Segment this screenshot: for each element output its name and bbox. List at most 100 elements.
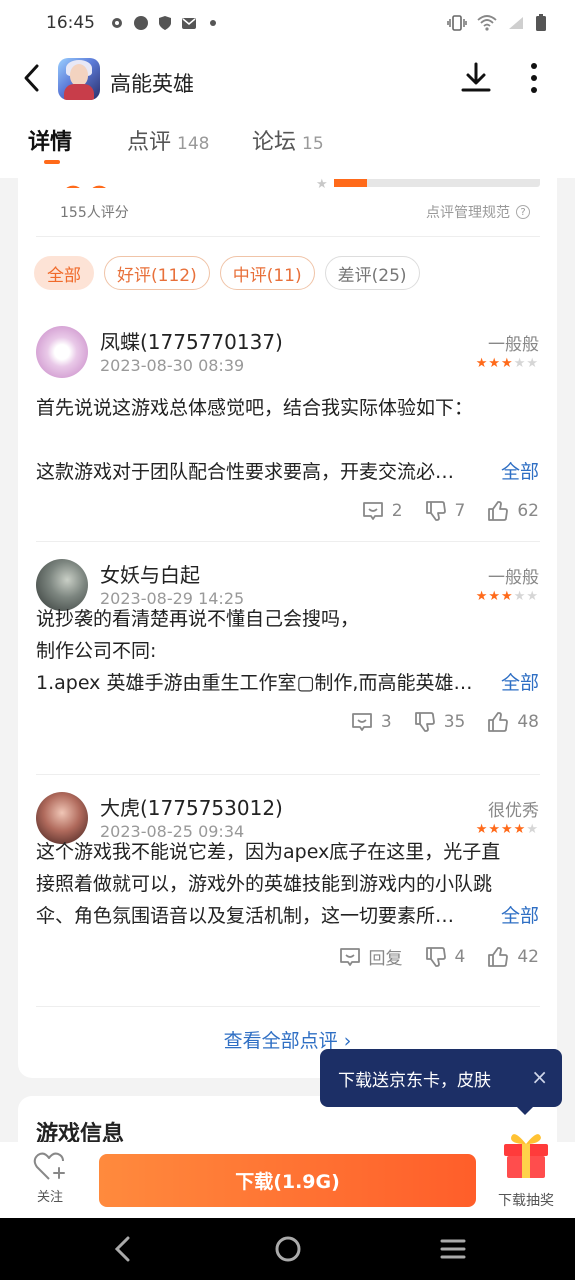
tab-forum[interactable]: 论坛 15 [252, 124, 324, 156]
compass-icon [134, 16, 148, 30]
dislike-button[interactable]: 7 [425, 500, 466, 522]
nav-home-icon[interactable] [274, 1234, 302, 1264]
chevron-left-icon [24, 64, 39, 92]
star-rating: ★★★★★ [475, 589, 539, 604]
promo-tooltip-text: 下载送京东卡，皮肤 [338, 1070, 491, 1091]
divider [36, 541, 540, 542]
like-count: 48 [517, 712, 539, 732]
comment-icon [339, 947, 360, 966]
star-icon: ★ [316, 177, 328, 192]
avatar[interactable] [36, 326, 88, 378]
raters-count: 155人评分 [60, 205, 129, 221]
dot-icon [210, 20, 216, 26]
back-button[interactable] [14, 60, 50, 96]
divider [36, 236, 540, 237]
review-text-line: 接照着做就可以，游戏外的英雄技能到游戏内的小队跳 [36, 873, 493, 895]
expand-review-link[interactable]: 全部 [501, 456, 539, 488]
review-text-line: 1.apex 英雄手游由重生工作室▢制作,而高能英雄… [36, 667, 540, 699]
tab-reviews-count: 148 [177, 134, 210, 154]
nav-recents-icon[interactable] [440, 1234, 466, 1264]
download-icon[interactable] [458, 60, 494, 96]
battery-icon [536, 14, 546, 31]
download-lottery-button[interactable]: 下载抽奖 [494, 1126, 558, 1210]
divider [36, 1006, 540, 1007]
review-rules-label: 点评管理规范 [426, 205, 510, 221]
review-verdict: 很优秀 [488, 801, 539, 821]
close-icon[interactable]: × [531, 1065, 548, 1089]
filter-neutral[interactable]: 中评(11) [219, 256, 315, 290]
tab-reviews-label: 点评 [127, 130, 172, 155]
nav-back-icon[interactable] [112, 1234, 132, 1264]
tab-reviews[interactable]: 点评 148 [127, 124, 209, 156]
review-item[interactable]: 女妖与白起 2023-08-29 14:25 一般般 ★★★★★ 说抄袭的看清楚… [18, 559, 557, 771]
review-actions: 3 35 48 [351, 711, 539, 733]
thumbs-up-icon [488, 501, 509, 521]
comment-count: 3 [380, 712, 392, 732]
promo-tooltip: 下载送京东卡，皮肤 × [320, 1049, 562, 1115]
like-button[interactable]: 42 [487, 946, 539, 968]
bottom-action-bar: 关注 下载(1.9G) 下载抽奖 [0, 1134, 575, 1218]
filter-positive[interactable]: 好评(112) [104, 256, 210, 290]
dislike-button[interactable]: 35 [414, 711, 465, 733]
filter-all[interactable]: 全部 [34, 256, 94, 290]
app-title: 高能英雄 [110, 72, 194, 96]
review-item[interactable]: 大虎(1775753012) 2023-08-25 09:34 很优秀 ★★★★… [18, 792, 557, 1004]
gift-icon [504, 1134, 548, 1178]
mail-icon [182, 18, 196, 29]
signal-icon [509, 17, 523, 29]
tooltip-arrow [516, 1106, 534, 1115]
review-text-line: 制作公司不同: [36, 640, 157, 662]
reviewer-name[interactable]: 大虎(1775753012) [100, 792, 283, 821]
filter-negative[interactable]: 差评(25) [324, 256, 420, 290]
review-filters: 全部 好评(112) 中评(11) 差评(25) [34, 256, 420, 290]
comment-button[interactable]: 3 [351, 711, 392, 733]
comment-button[interactable]: 2 [362, 500, 403, 522]
rating-bar-fill [334, 179, 367, 187]
wifi-icon [477, 15, 497, 31]
like-button[interactable]: 62 [487, 500, 539, 522]
tab-active-indicator [44, 160, 60, 164]
score-fragment: ●● [60, 178, 112, 188]
thumbs-down-icon [414, 712, 435, 732]
review-text-clipped: 伞、角色氛围语音以及复活机制，这一切要素所… [36, 905, 455, 927]
review-text-line: 这个游戏我不能说它差，因为apex底子在这里，光子直 [36, 841, 501, 863]
status-bar: 16:45 [0, 0, 575, 46]
review-text-line: 说抄袭的看清楚再说不懂自己会搜吗， [36, 608, 360, 630]
review-verdict: 一般般 [488, 568, 539, 588]
reply-button[interactable]: 回复 [339, 944, 403, 969]
status-time: 16:45 [46, 13, 95, 33]
thumbs-up-icon [488, 946, 509, 967]
reviews-card: ●● ★ 155人评分 点评管理规范 ? 全部 好评(112) 中评(11) 差… [18, 177, 557, 1078]
vibrate-icon [447, 15, 467, 31]
dislike-count: 4 [454, 946, 466, 967]
dislike-count: 7 [454, 501, 466, 521]
like-count: 42 [517, 946, 539, 967]
like-count: 62 [517, 501, 539, 521]
tab-details[interactable]: 详情 [28, 124, 72, 156]
settings-gear-icon [112, 18, 122, 28]
tab-bar: 详情 点评 148 论坛 15 [0, 114, 575, 178]
dislike-button[interactable]: 4 [425, 946, 466, 968]
expand-review-link[interactable]: 全部 [501, 667, 539, 699]
review-verdict: 一般般 [488, 335, 539, 355]
reviewer-name[interactable]: 凤蝶(1775770137) [100, 326, 283, 355]
expand-review-link[interactable]: 全部 [501, 900, 539, 932]
review-item[interactable]: 凤蝶(1775770137) 2023-08-30 08:39 一般般 ★★★★… [18, 326, 557, 538]
download-lottery-label: 下载抽奖 [498, 1193, 554, 1209]
rating-bar [334, 179, 540, 187]
review-text-line: 这款游戏对于团队配合性要求要高，开麦交流必… [36, 456, 540, 488]
review-date: 2023-08-30 08:39 [100, 356, 245, 375]
follow-label: 关注 [36, 1190, 63, 1205]
status-right-icons [447, 14, 547, 32]
thumbs-down-icon [425, 501, 446, 521]
more-menu-button[interactable] [520, 60, 548, 96]
follow-button[interactable]: 关注 [30, 1152, 70, 1205]
app-bar: 高能英雄 [0, 46, 575, 114]
review-rules-link[interactable]: 点评管理规范 ? [426, 202, 530, 222]
download-button[interactable]: 下载(1.9G) [99, 1154, 476, 1207]
system-nav-bar [0, 1218, 575, 1280]
star-rating: ★★★★★ [475, 822, 539, 837]
reviewer-name[interactable]: 女妖与白起 [100, 559, 200, 588]
like-button[interactable]: 48 [487, 711, 539, 733]
thumbs-up-icon [488, 712, 509, 732]
